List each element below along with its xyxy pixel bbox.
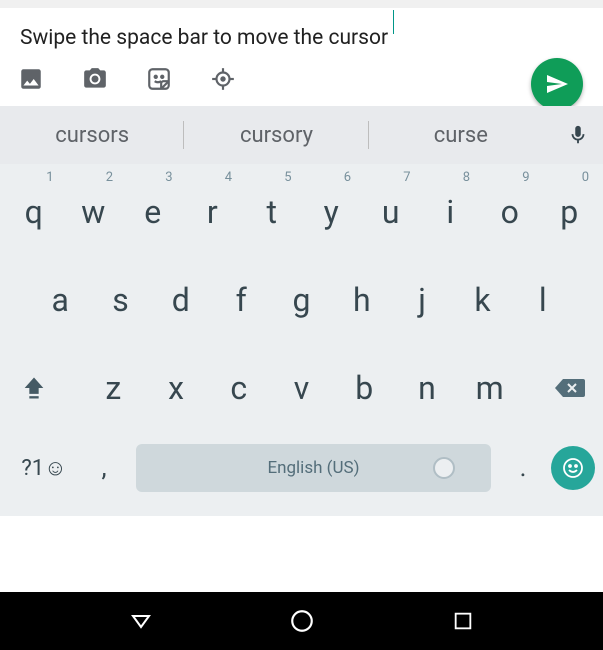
key-l[interactable]: l — [513, 256, 573, 344]
emoji-key[interactable] — [551, 446, 595, 490]
sticker-icon[interactable] — [146, 66, 172, 92]
key-v[interactable]: v — [270, 369, 333, 407]
nav-back-icon[interactable] — [127, 607, 155, 635]
key-i[interactable]: 8i — [421, 168, 481, 256]
key-w[interactable]: 2w — [64, 168, 124, 256]
key-m[interactable]: m — [458, 369, 521, 407]
key-f[interactable]: f — [211, 256, 271, 344]
key-r[interactable]: 4r — [183, 168, 243, 256]
key-j[interactable]: j — [392, 256, 452, 344]
key-n[interactable]: n — [396, 369, 459, 407]
key-row-3: z x c v b n m — [0, 344, 603, 432]
key-h[interactable]: h — [332, 256, 392, 344]
key-e[interactable]: 3e — [123, 168, 183, 256]
key-k[interactable]: k — [452, 256, 512, 344]
camera-icon[interactable] — [82, 66, 108, 92]
key-d[interactable]: d — [151, 256, 211, 344]
key-q[interactable]: 1q — [4, 168, 64, 256]
key-c[interactable]: c — [207, 369, 270, 407]
space-key[interactable]: English (US) — [136, 444, 491, 492]
key-row-2: a s d f g h j k l — [0, 256, 603, 344]
attachment-row — [0, 60, 603, 106]
suggestion-1[interactable]: cursors — [0, 106, 184, 164]
status-bar-spacer — [0, 0, 603, 8]
key-t[interactable]: 5t — [242, 168, 302, 256]
key-u[interactable]: 7u — [361, 168, 421, 256]
nav-recents-icon[interactable] — [449, 607, 477, 635]
space-label: English (US) — [267, 458, 359, 478]
input-text: Swipe the space bar to move the cursor — [20, 26, 388, 50]
gallery-icon[interactable] — [18, 66, 44, 92]
key-s[interactable]: s — [90, 256, 150, 344]
send-button[interactable] — [531, 58, 583, 110]
key-x[interactable]: x — [145, 369, 208, 407]
key-a[interactable]: a — [30, 256, 90, 344]
key-p[interactable]: 0p — [540, 168, 600, 256]
shift-key[interactable] — [4, 374, 64, 402]
key-b[interactable]: b — [333, 369, 396, 407]
touch-indicator-icon — [433, 457, 455, 479]
comma-key[interactable]: , — [80, 453, 128, 483]
backspace-key[interactable] — [539, 376, 599, 400]
navigation-bar — [0, 592, 603, 650]
message-input[interactable]: Swipe the space bar to move the cursor — [0, 8, 603, 60]
suggestion-2[interactable]: cursory — [184, 106, 368, 164]
keyboard: 1q 2w 3e 4r 5t 6y 7u 8i 9o 0p a s d f g … — [0, 164, 603, 516]
symbols-key[interactable]: ?1☺ — [8, 455, 80, 481]
key-row-1: 1q 2w 3e 4r 5t 6y 7u 8i 9o 0p — [0, 168, 603, 256]
mic-icon[interactable] — [553, 124, 603, 146]
suggestion-strip: cursors cursory curse — [0, 106, 603, 164]
suggestion-3[interactable]: curse — [369, 106, 553, 164]
nav-home-icon[interactable] — [288, 607, 316, 635]
key-o[interactable]: 9o — [480, 168, 540, 256]
location-icon[interactable] — [210, 66, 236, 92]
key-z[interactable]: z — [82, 369, 145, 407]
key-row-bottom: ?1☺ , English (US) . — [0, 432, 603, 504]
key-y[interactable]: 6y — [302, 168, 362, 256]
key-g[interactable]: g — [271, 256, 331, 344]
period-key[interactable]: . — [499, 453, 547, 483]
text-cursor — [393, 10, 394, 34]
